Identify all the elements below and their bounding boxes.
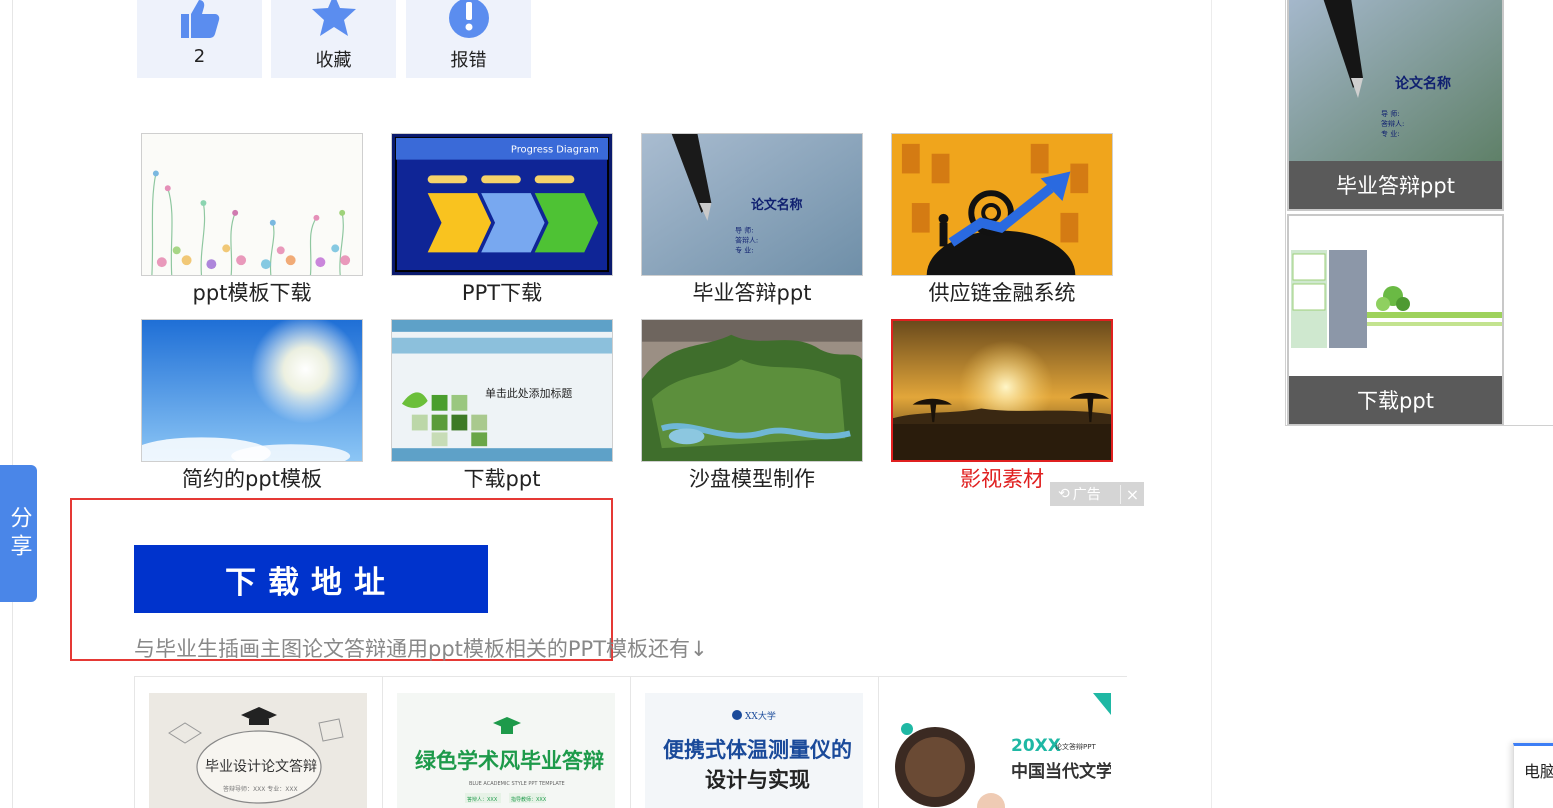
svg-text:论文名称: 论文名称	[751, 197, 803, 213]
svg-text:答辩人：XXX: 答辩人：XXX	[467, 796, 498, 803]
svg-text:导 师:: 导 师:	[1381, 109, 1400, 118]
ad-info-icon: ⟲	[1058, 486, 1070, 502]
svg-text:专 业:: 专 业:	[1381, 129, 1400, 138]
pc-widget[interactable]: 电脑	[1513, 743, 1553, 808]
related-card[interactable]: 绿色学术风毕业答辩 BLUE ACADEMIC STYLE PPT TEMPLA…	[382, 677, 630, 808]
like-count: 2	[193, 46, 206, 67]
svg-text:中国当代文学: 中国当代文学	[1011, 761, 1111, 782]
thumbnail-video-material-ad[interactable]: 影视素材	[891, 319, 1113, 493]
thumbnail-caption: 供应链金融系统	[928, 281, 1076, 305]
sidebar-card-image: 论文名称 导 师: 答辩人: 专 业:	[1289, 0, 1502, 161]
related-card-image: XX大学 便携式体温测量仪的 设计与实现	[645, 693, 863, 808]
download-address-button[interactable]: 下载地址	[134, 545, 488, 613]
thumbnail-image	[141, 319, 363, 462]
thumbnail-caption: ppt模板下载	[192, 281, 312, 305]
related-card-image: 20XX 论文答辩PPT 中国当代文学	[893, 693, 1111, 808]
svg-text:指导教师：XXX: 指导教师：XXX	[511, 796, 547, 803]
like-button[interactable]: 2	[137, 0, 262, 78]
thumbnail-image	[141, 133, 363, 276]
thumbnail-sand-table-model[interactable]: 沙盘模型制作	[641, 319, 863, 493]
ad-text: 广告	[1072, 487, 1101, 503]
page: 2 收藏 报错 ppt模板下载 Progress Diagram PPT下载 论…	[0, 0, 1553, 808]
ad-close-icon[interactable]: ×	[1120, 484, 1144, 504]
sidebar-card-image	[1289, 216, 1502, 376]
star-icon	[311, 0, 357, 40]
svg-text:论文答辩PPT: 论文答辩PPT	[1055, 742, 1096, 751]
related-templates-note: 与毕业生插画主图论文答辩通用ppt模板相关的PPT模板还有↓	[134, 637, 708, 661]
left-divider	[12, 0, 13, 808]
svg-text:绿色学术风毕业答辩: 绿色学术风毕业答辩	[415, 749, 604, 773]
svg-text:论文名称: 论文名称	[1395, 75, 1451, 92]
ad-label: ⟲ 广告 ×	[1050, 482, 1144, 506]
exclamation-icon	[446, 0, 492, 40]
svg-text:XX大学: XX大学	[745, 710, 776, 722]
thumbnail-image: 单击此处添加标题	[391, 319, 613, 462]
thumbnail-image	[891, 319, 1113, 462]
sidebar-card-caption: 下载ppt	[1289, 376, 1502, 424]
thumbnail-caption: 影视素材	[960, 467, 1044, 491]
thumbnail-image: Progress Diagram	[391, 133, 613, 276]
sidebar-card-graduation-defense[interactable]: 论文名称 导 师: 答辩人: 专 业: 毕业答辩ppt	[1287, 0, 1504, 211]
related-card[interactable]: 20XX 论文答辩PPT 中国当代文学	[878, 677, 1126, 808]
report-error-button[interactable]: 报错	[406, 0, 531, 78]
favorite-button[interactable]: 收藏	[271, 0, 396, 78]
related-card[interactable]: 毕业设计论文答辩 答辩导师：XXX 专业：XXX	[134, 677, 382, 808]
svg-text:BLUE ACADEMIC STYLE PPT TEMPLA: BLUE ACADEMIC STYLE PPT TEMPLATE	[469, 781, 565, 787]
sidebar-bottom-divider	[1285, 425, 1553, 426]
related-templates-grid: 毕业设计论文答辩 答辩导师：XXX 专业：XXX 绿色学术风毕业答辩 BLUE …	[134, 676, 1127, 808]
sidebar-card-download-ppt[interactable]: 下载ppt	[1287, 214, 1504, 426]
thumbnail-ppt-template-download[interactable]: ppt模板下载	[141, 133, 363, 307]
svg-text:导 师:: 导 师:	[735, 226, 753, 235]
thumbnail-download-ppt[interactable]: 单击此处添加标题 下载ppt	[391, 319, 613, 493]
thumbnail-image	[641, 319, 863, 462]
sidebar-divider	[1285, 0, 1286, 426]
svg-text:答辩人:: 答辩人:	[735, 235, 758, 244]
thumbnail-graduation-defense[interactable]: 论文名称 导 师: 答辩人: 专 业: 毕业答辩ppt	[641, 133, 863, 307]
report-label: 报错	[450, 50, 487, 71]
svg-text:设计与实现: 设计与实现	[705, 768, 810, 792]
related-card-image: 毕业设计论文答辩 答辩导师：XXX 专业：XXX	[149, 693, 367, 808]
thumbnail-image	[891, 133, 1113, 276]
thumbnail-image: 论文名称 导 师: 答辩人: 专 业:	[641, 133, 863, 276]
thumbnail-caption: PPT下载	[461, 281, 543, 305]
svg-text:单击此处添加标题: 单击此处添加标题	[485, 386, 572, 400]
svg-text:便携式体温测量仪的: 便携式体温测量仪的	[663, 738, 852, 762]
thumbnail-caption: 毕业答辩ppt	[692, 281, 812, 305]
sidebar-card-caption: 毕业答辩ppt	[1289, 161, 1502, 209]
svg-text:20XX: 20XX	[1011, 736, 1061, 756]
svg-text:毕业设计论文答辩: 毕业设计论文答辩	[205, 758, 317, 775]
svg-text:Progress Diagram: Progress Diagram	[511, 145, 599, 156]
svg-text:答辩导师：XXX 专业：XXX: 答辩导师：XXX 专业：XXX	[223, 785, 298, 793]
thumbnail-caption: 简约的ppt模板	[182, 467, 322, 491]
thumbnail-simple-ppt-template[interactable]: 简约的ppt模板	[141, 319, 363, 493]
thumbnail-ppt-download[interactable]: Progress Diagram PPT下载	[391, 133, 613, 307]
related-card-image: 绿色学术风毕业答辩 BLUE ACADEMIC STYLE PPT TEMPLA…	[397, 693, 615, 808]
thumbnail-caption: 沙盘模型制作	[689, 467, 815, 491]
thumbnail-supply-chain-finance[interactable]: 供应链金融系统	[891, 133, 1113, 307]
related-card[interactable]: XX大学 便携式体温测量仪的 设计与实现	[630, 677, 878, 808]
content-divider	[1211, 0, 1212, 808]
favorite-label: 收藏	[315, 50, 352, 71]
thumbs-up-icon	[177, 0, 223, 40]
share-button[interactable]: 分享	[0, 465, 37, 602]
svg-text:答辩人:: 答辩人:	[1381, 119, 1404, 128]
svg-text:专 业:: 专 业:	[735, 245, 753, 254]
thumbnail-caption: 下载ppt	[463, 467, 541, 491]
